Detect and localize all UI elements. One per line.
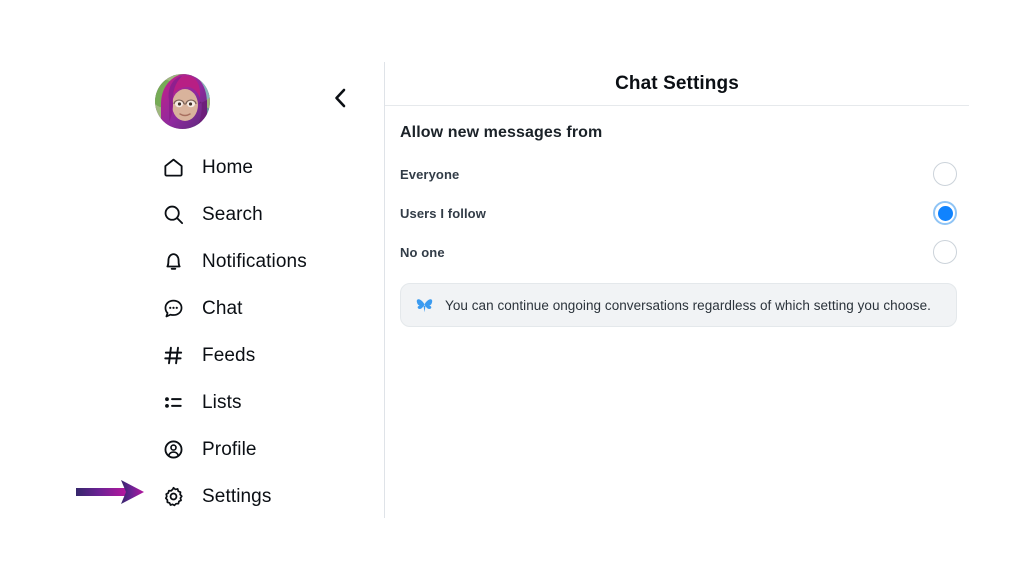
sidebar-item-home[interactable]: Home — [160, 144, 375, 191]
sidebar-item-profile[interactable]: Profile — [160, 426, 375, 473]
sidebar-item-label: Search — [202, 204, 263, 225]
info-notice: You can continue ongoing conversations r… — [400, 283, 957, 327]
bluesky-butterfly-icon — [415, 296, 433, 314]
main-header: Chat Settings — [385, 62, 969, 106]
sidebar-item-chat[interactable]: Chat — [160, 285, 375, 332]
main-panel: Chat Settings Allow new messages from Ev… — [385, 0, 1024, 576]
sidebar-item-notifications[interactable]: Notifications — [160, 238, 375, 285]
gear-icon — [160, 484, 186, 510]
list-icon — [160, 390, 186, 416]
sidebar-item-label: Chat — [202, 298, 243, 319]
sidebar-item-settings[interactable]: Settings — [160, 473, 375, 520]
sidebar-item-label: Feeds — [202, 345, 256, 366]
radio-no-one[interactable] — [933, 240, 957, 264]
bell-icon — [160, 249, 186, 275]
app-root: Home Search Notifications Chat Feeds Lis… — [0, 0, 1024, 576]
option-row-no-one[interactable]: No one — [400, 239, 957, 265]
info-notice-text: You can continue ongoing conversations r… — [445, 297, 931, 313]
sidebar-item-label: Home — [202, 157, 254, 178]
hashtag-icon — [160, 343, 186, 369]
search-icon — [160, 202, 186, 228]
sidebar-item-feeds[interactable]: Feeds — [160, 332, 375, 379]
arrow-right-annotation — [74, 476, 152, 508]
sidebar-item-search[interactable]: Search — [160, 191, 375, 238]
radio-everyone[interactable] — [933, 162, 957, 186]
option-row-everyone[interactable]: Everyone — [400, 161, 957, 187]
radio-users-i-follow[interactable] — [933, 201, 957, 225]
section-heading: Allow new messages from — [400, 124, 603, 141]
sidebar-item-label: Lists — [202, 392, 242, 413]
sidebar-item-label: Settings — [202, 486, 272, 507]
option-row-users-i-follow[interactable]: Users I follow — [400, 200, 957, 226]
sidebar: Home Search Notifications Chat Feeds Lis… — [0, 0, 384, 576]
sidebar-item-lists[interactable]: Lists — [160, 379, 375, 426]
option-label: Users I follow — [400, 205, 486, 221]
sidebar-nav: Home Search Notifications Chat Feeds Lis… — [160, 144, 375, 520]
home-icon — [160, 155, 186, 181]
chat-bubble-icon — [160, 296, 186, 322]
option-label: No one — [400, 244, 445, 260]
page-title: Chat Settings — [615, 72, 739, 94]
chevron-left-icon[interactable] — [325, 83, 355, 113]
person-circle-icon — [160, 437, 186, 463]
sidebar-item-label: Profile — [202, 439, 257, 460]
option-label: Everyone — [400, 166, 460, 182]
avatar[interactable] — [155, 74, 210, 129]
sidebar-header — [155, 74, 355, 136]
sidebar-item-label: Notifications — [202, 251, 307, 272]
